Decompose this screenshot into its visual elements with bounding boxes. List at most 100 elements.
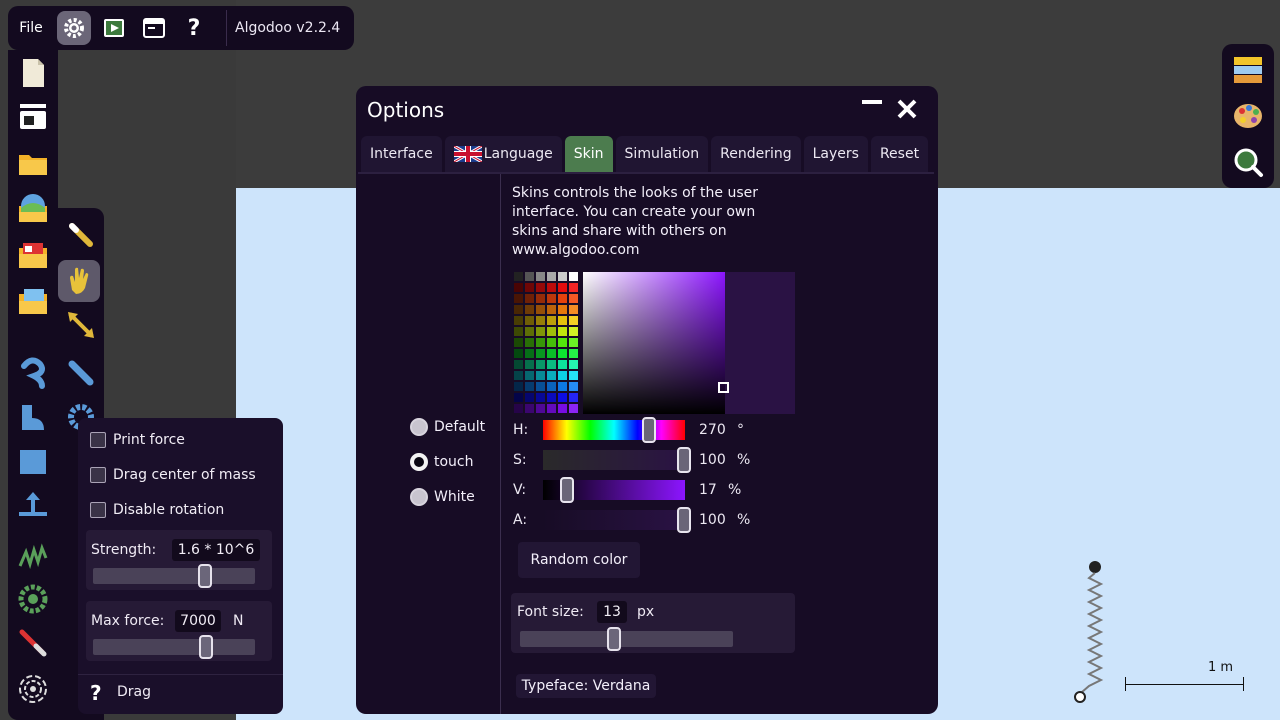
drag-center-checkbox[interactable] <box>90 467 106 483</box>
color-swatch[interactable] <box>557 381 568 392</box>
skin-option-touch[interactable]: touch <box>410 453 474 471</box>
color-swatch[interactable] <box>513 326 524 337</box>
sketch-tool-icon[interactable] <box>64 218 98 252</box>
max-force-input[interactable]: 7000 <box>175 610 221 632</box>
color-swatch[interactable] <box>535 304 546 315</box>
color-swatch[interactable] <box>524 403 535 414</box>
color-swatch[interactable] <box>524 293 535 304</box>
color-swatch[interactable] <box>557 392 568 403</box>
color-swatch[interactable] <box>568 315 579 326</box>
strength-input[interactable]: 1.6 * 10^6 <box>172 539 260 561</box>
tab-interface[interactable]: Interface <box>361 136 442 172</box>
color-swatch[interactable] <box>535 392 546 403</box>
help-icon[interactable]: ? <box>90 681 102 705</box>
skin-radio-touch[interactable] <box>410 453 428 471</box>
color-swatch[interactable] <box>557 271 568 282</box>
color-swatch-grid[interactable] <box>513 271 579 414</box>
color-swatch[interactable] <box>513 381 524 392</box>
gear-icon[interactable] <box>57 11 91 45</box>
color-swatch[interactable] <box>535 271 546 282</box>
color-swatch[interactable] <box>524 370 535 381</box>
color-swatch[interactable] <box>546 282 557 293</box>
color-swatch[interactable] <box>513 337 524 348</box>
color-swatch[interactable] <box>524 381 535 392</box>
skin-option-white[interactable]: White <box>410 488 475 506</box>
zoom-scene-icon[interactable] <box>1232 146 1264 178</box>
max-force-slider-handle[interactable] <box>199 635 214 659</box>
color-swatch[interactable] <box>535 381 546 392</box>
color-swatch[interactable] <box>557 348 568 359</box>
laser-tool-icon[interactable] <box>16 626 50 660</box>
color-swatch[interactable] <box>557 293 568 304</box>
color-swatch[interactable] <box>557 403 568 414</box>
color-swatch[interactable] <box>524 315 535 326</box>
images-folder-icon[interactable] <box>16 284 50 318</box>
value-value[interactable]: 17 <box>699 482 717 498</box>
open-folder-icon[interactable] <box>16 146 50 180</box>
drag-center-option[interactable]: Drag center of mass <box>90 467 256 483</box>
color-swatch[interactable] <box>568 337 579 348</box>
color-swatch[interactable] <box>535 348 546 359</box>
color-swatch[interactable] <box>524 271 535 282</box>
drag-tool-icon[interactable] <box>58 260 100 302</box>
gear-tool-icon[interactable] <box>16 582 50 616</box>
saturation-value-picker[interactable] <box>583 272 725 414</box>
color-swatch[interactable] <box>546 304 557 315</box>
color-swatch[interactable] <box>568 392 579 403</box>
color-swatch[interactable] <box>546 315 557 326</box>
color-swatch[interactable] <box>513 271 524 282</box>
tab-reset[interactable]: Reset <box>870 136 929 172</box>
help-icon[interactable]: ? <box>174 8 214 48</box>
color-swatch[interactable] <box>524 359 535 370</box>
color-swatch[interactable] <box>568 326 579 337</box>
color-swatch[interactable] <box>568 293 579 304</box>
print-force-checkbox[interactable] <box>90 432 106 448</box>
color-swatch[interactable] <box>546 337 557 348</box>
max-force-slider[interactable] <box>93 639 255 655</box>
browse-scenes-icon[interactable] <box>16 100 50 134</box>
scale-tool-icon[interactable] <box>64 308 98 342</box>
color-swatch[interactable] <box>546 381 557 392</box>
curve-icon[interactable] <box>16 356 50 390</box>
color-swatch[interactable] <box>546 271 557 282</box>
value-slider-handle[interactable] <box>560 477 574 503</box>
color-swatch[interactable] <box>524 282 535 293</box>
tab-skin[interactable]: Skin <box>564 136 613 172</box>
layers-icon[interactable] <box>1232 54 1264 86</box>
color-swatch[interactable] <box>557 359 568 370</box>
saturation-value[interactable]: 100 <box>699 452 726 468</box>
color-swatch[interactable] <box>513 315 524 326</box>
phunlets-icon[interactable] <box>16 238 50 272</box>
color-swatch[interactable] <box>546 348 557 359</box>
saturation-slider-handle[interactable] <box>677 447 691 473</box>
color-swatch[interactable] <box>535 293 546 304</box>
color-swatch[interactable] <box>513 370 524 381</box>
minimize-icon[interactable] <box>862 100 882 104</box>
color-swatch[interactable] <box>513 359 524 370</box>
color-swatch[interactable] <box>546 403 557 414</box>
color-swatch[interactable] <box>568 381 579 392</box>
skin-option-default[interactable]: Default <box>410 418 485 436</box>
color-swatch[interactable] <box>557 370 568 381</box>
tab-rendering[interactable]: Rendering <box>711 136 801 172</box>
alpha-slider-handle[interactable] <box>677 507 691 533</box>
color-swatch[interactable] <box>568 403 579 414</box>
color-swatch[interactable] <box>568 359 579 370</box>
hue-slider[interactable] <box>543 420 685 440</box>
file-menu[interactable]: File <box>8 20 54 36</box>
color-swatch[interactable] <box>535 337 546 348</box>
color-swatch[interactable] <box>557 326 568 337</box>
color-swatch[interactable] <box>546 326 557 337</box>
typeface-selector[interactable]: Typeface: Verdana <box>516 674 656 698</box>
color-swatch[interactable] <box>513 282 524 293</box>
color-swatch[interactable] <box>524 326 535 337</box>
spring-object[interactable] <box>1070 560 1110 705</box>
scene-world-icon[interactable] <box>16 192 50 226</box>
color-swatch[interactable] <box>513 293 524 304</box>
hue-slider-handle[interactable] <box>642 417 656 443</box>
hue-value[interactable]: 270 <box>699 422 726 438</box>
color-swatch[interactable] <box>568 271 579 282</box>
color-swatch[interactable] <box>513 304 524 315</box>
color-swatch[interactable] <box>524 348 535 359</box>
tracer-tool-icon[interactable] <box>16 672 50 706</box>
